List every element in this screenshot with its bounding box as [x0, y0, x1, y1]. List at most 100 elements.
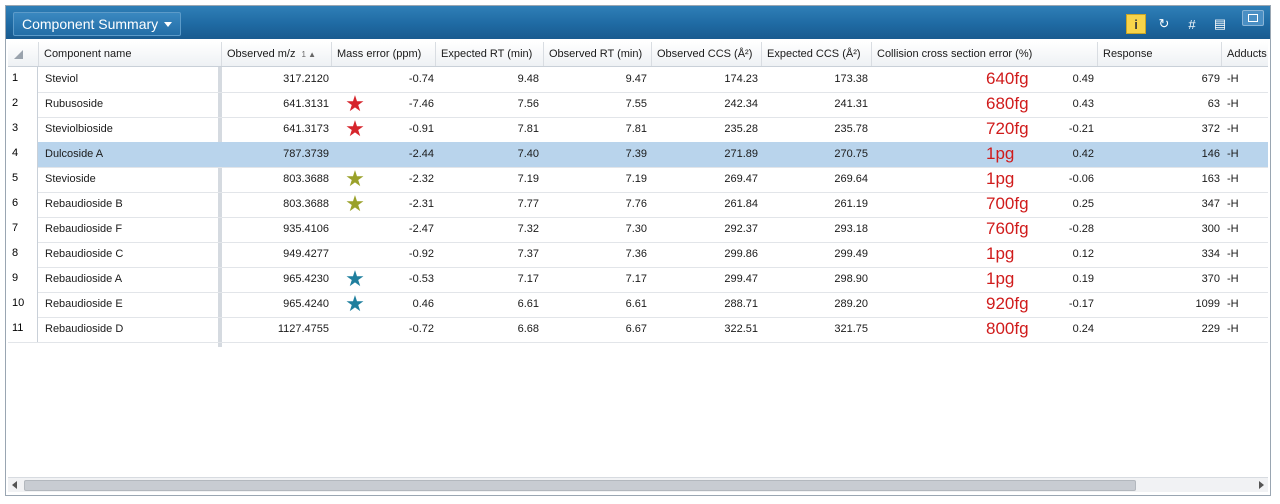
col-observed-rt[interactable]: Observed RT (min)	[544, 42, 652, 66]
cell-expected-rt: 7.56	[517, 98, 539, 110]
cell-observed-rt: 7.17	[625, 273, 647, 285]
table-row[interactable]: 5 Stevioside 803.3688 -2.32 7.19 7.19 269.47 26…	[8, 167, 1268, 193]
row-number[interactable]: 6	[8, 192, 38, 217]
cell-observed-rt: 6.67	[625, 323, 647, 335]
table-row[interactable]: 8 Rebaudioside C 949.4277 -0.92 7.37 7.36 299.…	[8, 242, 1268, 268]
table-row[interactable]: 10 Rebaudioside E 965.4240 0.46 6.61 6.61 288.…	[8, 292, 1268, 318]
row-number[interactable]: 2	[8, 92, 38, 117]
info-icon[interactable]: i	[1126, 14, 1146, 34]
col-response[interactable]: Response	[1098, 42, 1222, 66]
table-row[interactable]: 1 Steviol 317.2120 -0.74 9.48 9.47 174.23 173.3…	[8, 67, 1268, 93]
cell-expected-rt: 7.32	[517, 223, 539, 235]
cell-observed-rt: 7.36	[625, 248, 647, 260]
col-observed-ccs[interactable]: Observed CCS (Å²)	[652, 42, 762, 66]
table-row[interactable]: 11 Rebaudioside D 1127.4755 -0.72 6.68 6.67 32…	[8, 317, 1268, 343]
scroll-left-icon[interactable]	[12, 481, 17, 489]
row-number[interactable]: 9	[8, 267, 38, 292]
cell-expected-rt: 7.19	[517, 173, 539, 185]
table-row[interactable]: 3 Steviolbioside 641.3173 -0.91 7.81 7.81 235.…	[8, 117, 1268, 143]
scroll-right-icon[interactable]	[1259, 481, 1264, 489]
cell-response: 679	[1201, 73, 1220, 85]
cell-observed-mz: 965.4240	[283, 298, 329, 310]
col-adducts[interactable]: Adducts	[1222, 42, 1268, 66]
cell-response: 1099	[1195, 298, 1220, 310]
amount-annotation: 1pg	[986, 269, 1015, 288]
cell-observed-mz: 965.4230	[283, 273, 329, 285]
cell-component-name: Rebaudioside D	[45, 323, 124, 335]
cell-observed-ccs: 292.37	[724, 223, 758, 235]
cell-observed-ccs: 299.47	[724, 273, 758, 285]
col-mass-error[interactable]: Mass error (ppm)	[332, 42, 436, 66]
cell-adducts: -H	[1227, 148, 1239, 160]
cell-expected-ccs: 173.38	[834, 73, 868, 85]
cell-response: 146	[1201, 148, 1220, 160]
col-ccs-error[interactable]: Collision cross section error (%)	[872, 42, 1098, 66]
col-expected-ccs[interactable]: Expected CCS (Å²)	[762, 42, 872, 66]
refresh-icon[interactable]: ↻	[1154, 14, 1174, 34]
cell-expected-rt: 7.17	[517, 273, 539, 285]
row-number[interactable]: 10	[8, 292, 38, 317]
component-summary-dropdown[interactable]: Component Summary	[13, 12, 182, 36]
row-number[interactable]: 5	[8, 167, 38, 192]
star-icon: ★	[345, 191, 365, 216]
cell-adducts: -H	[1227, 198, 1239, 210]
table-row[interactable]: 7 Rebaudioside F 935.4106 -2.47 7.32 7.30 292.…	[8, 217, 1268, 243]
col-component-name[interactable]: Component name	[39, 42, 222, 66]
cell-expected-ccs: 269.64	[834, 173, 868, 185]
table-row[interactable]: 4 Dulcoside A 787.3739 -2.44 7.40 7.39 271.89 2…	[8, 142, 1268, 168]
cell-response: 229	[1201, 323, 1220, 335]
row-number[interactable]: 11	[8, 317, 38, 342]
cell-observed-mz: 641.3131	[283, 98, 329, 110]
cell-adducts: -H	[1227, 98, 1239, 110]
table-row[interactable]: 6 Rebaudioside B 803.3688 -2.31 7.77 7.76 261.…	[8, 192, 1268, 218]
cell-expected-rt: 7.40	[517, 148, 539, 160]
cell-observed-rt: 7.76	[625, 198, 647, 210]
cell-expected-ccs: 235.78	[834, 123, 868, 135]
row-number[interactable]: 3	[8, 117, 38, 142]
cell-expected-ccs: 261.19	[834, 198, 868, 210]
cell-adducts: -H	[1227, 173, 1239, 185]
cell-adducts: -H	[1227, 73, 1239, 85]
cell-expected-rt: 9.48	[517, 73, 539, 85]
cell-observed-mz: 1127.4755	[277, 323, 329, 335]
cell-expected-ccs: 289.20	[834, 298, 868, 310]
row-number[interactable]: 8	[8, 242, 38, 267]
star-icon: ★	[345, 91, 365, 116]
chevron-down-icon	[164, 21, 173, 27]
col-expected-rt[interactable]: Expected RT (min)	[436, 42, 544, 66]
export-icon[interactable]: ▤	[1210, 14, 1230, 34]
col-observed-mz[interactable]: Observed m/z 1 ▲	[222, 42, 332, 66]
cell-observed-mz: 641.3173	[283, 123, 329, 135]
row-number[interactable]: 1	[8, 67, 38, 92]
scrollbar-thumb[interactable]	[24, 480, 1136, 491]
cell-response: 370	[1201, 273, 1220, 285]
cell-adducts: -H	[1227, 273, 1239, 285]
cell-component-name: Rebaudioside A	[45, 273, 123, 285]
restore-window-icon[interactable]	[1242, 10, 1264, 26]
horizontal-scrollbar[interactable]	[8, 477, 1268, 492]
cell-expected-ccs: 321.75	[834, 323, 868, 335]
cell-component-name: Dulcoside A	[45, 148, 104, 160]
cell-observed-mz: 949.4277	[283, 248, 329, 260]
hash-icon[interactable]: #	[1182, 14, 1202, 34]
cell-response: 63	[1207, 98, 1220, 110]
table-header: Component name Observed m/z 1 ▲ Mass erro…	[8, 42, 1268, 67]
table-row[interactable]: 9 Rebaudioside A 965.4230 -0.53 7.17 7.17 299.…	[8, 267, 1268, 293]
cell-ccs-error: 0.42	[1072, 148, 1094, 160]
table-row[interactable]: 2 Rubusoside 641.3131 -7.46 7.56 7.55 242.34 24…	[8, 92, 1268, 118]
select-all-corner[interactable]	[8, 42, 39, 66]
cell-adducts: -H	[1227, 123, 1239, 135]
amount-annotation: 640fg	[986, 69, 1029, 88]
row-number[interactable]: 7	[8, 217, 38, 242]
cell-mass-error: -0.92	[408, 248, 434, 260]
cell-adducts: -H	[1227, 323, 1239, 335]
cell-component-name: Rebaudioside E	[45, 298, 123, 310]
component-summary-window: Component Summary i ↻ # ▤ Component name…	[5, 5, 1271, 496]
cell-observed-rt: 6.61	[625, 298, 647, 310]
star-icon: ★	[345, 166, 365, 191]
row-number[interactable]: 4	[8, 142, 38, 167]
cell-response: 372	[1201, 123, 1220, 135]
cell-response: 300	[1201, 223, 1220, 235]
cell-expected-ccs: 298.90	[834, 273, 868, 285]
cell-component-name: Steviol	[45, 73, 79, 85]
